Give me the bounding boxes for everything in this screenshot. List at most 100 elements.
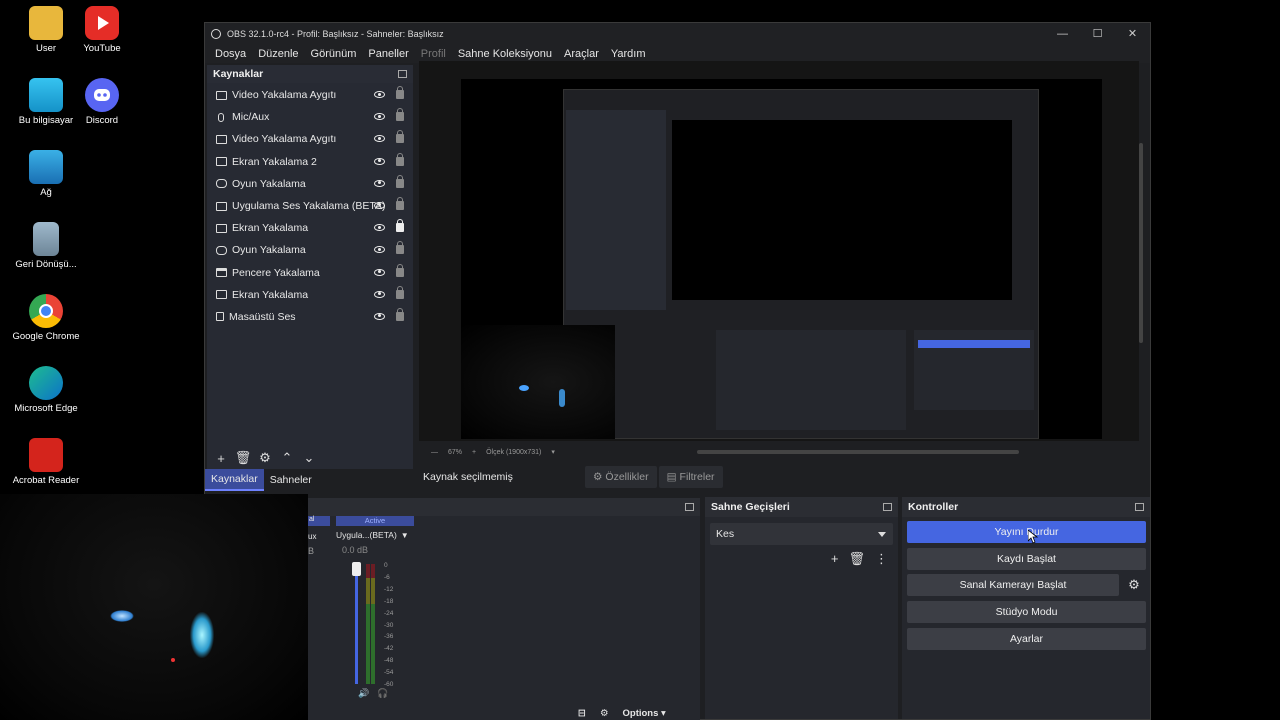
layout-icon[interactable]: ⊟ xyxy=(578,708,586,719)
source-item[interactable]: Video Yakalama Aygıtı xyxy=(207,84,413,106)
menu-edit[interactable]: Düzenle xyxy=(252,48,304,60)
move-up-icon[interactable]: ⌃ xyxy=(278,450,296,466)
preview-canvas[interactable] xyxy=(461,79,1102,439)
stop-stream-button[interactable]: Yayını Durdur xyxy=(907,521,1146,543)
controls-dock: Kontroller Yayını Durdur Kaydı Başlat Sa… xyxy=(902,497,1150,719)
lock-icon[interactable] xyxy=(396,130,404,144)
gear-icon[interactable]: ⚙ xyxy=(256,450,274,466)
source-item[interactable]: Uygulama Ses Yakalama (BETA) xyxy=(207,195,413,217)
zoom-in-icon[interactable]: + xyxy=(472,449,476,456)
menu-scene-collection[interactable]: Sahne Koleksiyonu xyxy=(452,48,558,60)
desktop-icon-edge[interactable]: Microsoft Edge xyxy=(8,366,84,415)
virtual-camera-settings-button[interactable]: ⚙ xyxy=(1122,574,1146,596)
tab-sources[interactable]: Kaynaklar xyxy=(205,469,264,491)
visibility-eye-icon[interactable] xyxy=(374,201,385,209)
close-button[interactable]: ✕ xyxy=(1115,23,1150,44)
trash-icon[interactable]: 🗑 xyxy=(234,450,252,466)
zoom-out-icon[interactable]: — xyxy=(431,449,438,456)
visibility-eye-icon[interactable] xyxy=(374,179,385,187)
lock-icon[interactable] xyxy=(396,307,404,321)
transition-select[interactable]: Kes xyxy=(710,523,893,545)
menu-tools[interactable]: Araçlar xyxy=(558,48,605,60)
visibility-eye-icon[interactable] xyxy=(374,113,385,121)
visibility-eye-icon[interactable] xyxy=(374,246,385,254)
undock-icon[interactable] xyxy=(883,503,892,511)
add-source-button[interactable]: + xyxy=(212,451,230,466)
visibility-eye-icon[interactable] xyxy=(374,268,385,276)
transitions-title: Sahne Geçişleri xyxy=(711,501,790,513)
settings-button[interactable]: Ayarlar xyxy=(907,628,1146,650)
tab-scenes[interactable]: Sahneler xyxy=(264,469,318,491)
studio-mode-button[interactable]: Stüdyo Modu xyxy=(907,601,1146,623)
maximize-button[interactable]: ☐ xyxy=(1080,23,1115,44)
desktop-icon-network[interactable]: Ağ xyxy=(8,150,84,199)
meter-scale: 0 -6 -12 -18 -24 -30 -36 -42 -48 -54 -60 xyxy=(384,562,394,689)
menu-file[interactable]: Dosya xyxy=(209,48,252,60)
source-item[interactable]: Masaüstü Ses xyxy=(207,306,413,328)
desktop-icon-youtube[interactable]: YouTube xyxy=(64,6,140,55)
no-source-selected-label: Kaynak seçilmemiş xyxy=(423,471,513,483)
desktop-icon-discord[interactable]: Discord xyxy=(64,78,140,127)
nested-preview xyxy=(672,120,1012,300)
source-item[interactable]: Mic/Aux xyxy=(207,106,413,128)
lock-icon[interactable] xyxy=(396,241,404,255)
sources-dock-header: Kaynaklar xyxy=(207,65,413,83)
menu-docks[interactable]: Paneller xyxy=(362,48,414,60)
volume-slider[interactable] xyxy=(352,562,361,684)
preview-area[interactable] xyxy=(419,61,1139,441)
source-item[interactable]: Oyun Yakalama xyxy=(207,173,413,195)
lock-icon[interactable] xyxy=(396,196,404,210)
menu-profile[interactable]: Profil xyxy=(415,48,452,60)
lock-icon[interactable] xyxy=(396,86,404,99)
menu-view[interactable]: Görünüm xyxy=(305,48,363,60)
recycle-bin-icon xyxy=(33,222,59,256)
source-item[interactable]: Ekran Yakalama xyxy=(207,284,413,306)
visibility-eye-icon[interactable] xyxy=(374,290,385,298)
source-name: Video Yakalama Aygıtı xyxy=(232,89,337,102)
visibility-eye-icon[interactable] xyxy=(374,135,385,143)
move-down-icon[interactable]: ⌄ xyxy=(300,450,318,466)
menu-help[interactable]: Yardım xyxy=(605,48,652,60)
filters-button[interactable]: ▤ Filtreler xyxy=(658,466,723,488)
lock-icon[interactable] xyxy=(396,108,404,122)
undock-icon[interactable] xyxy=(685,503,694,511)
source-item[interactable]: Pencere Yakalama xyxy=(207,262,413,284)
preview-vertical-scrollbar[interactable] xyxy=(1139,143,1143,343)
lock-icon[interactable] xyxy=(396,285,404,299)
start-recording-button[interactable]: Kaydı Başlat xyxy=(907,548,1146,570)
properties-button[interactable]: ⚙ Özellikler xyxy=(585,466,657,488)
source-name: Ekran Yakalama xyxy=(232,222,309,235)
trash-icon[interactable]: 🗑 xyxy=(848,551,865,567)
chevron-down-icon[interactable]: ▼ xyxy=(401,531,409,540)
speaker-icon[interactable]: 🔊 xyxy=(358,688,369,699)
visibility-eye-icon[interactable] xyxy=(374,312,385,320)
lock-icon[interactable] xyxy=(396,263,404,277)
source-item[interactable]: Ekran Yakalama xyxy=(207,217,413,239)
volume-slider-handle[interactable] xyxy=(352,562,361,576)
more-options-icon[interactable]: ⋮ xyxy=(875,551,888,567)
lock-icon[interactable] xyxy=(396,174,404,188)
options-button[interactable]: Options ▾ xyxy=(623,708,666,719)
lock-icon[interactable] xyxy=(396,152,404,166)
desktop-icon-recycle-bin[interactable]: Geri Dönüşü... xyxy=(8,222,84,271)
visibility-eye-icon[interactable] xyxy=(374,224,385,232)
source-item[interactable]: Oyun Yakalama xyxy=(207,239,413,261)
source-item[interactable]: Ekran Yakalama 2 xyxy=(207,151,413,173)
undock-icon[interactable] xyxy=(1135,503,1144,511)
visibility-eye-icon[interactable] xyxy=(374,91,385,98)
headphones-icon[interactable]: 🎧 xyxy=(377,688,388,699)
gamepad-icon xyxy=(216,179,227,189)
visibility-eye-icon[interactable] xyxy=(374,157,385,165)
nested-stop-stream xyxy=(918,340,1030,348)
desktop-icon-acrobat[interactable]: Acrobat Reader xyxy=(8,438,84,487)
chevron-down-icon[interactable]: ▾ xyxy=(551,448,555,456)
lock-icon[interactable] xyxy=(396,219,404,233)
desktop-icon-chrome[interactable]: Google Chrome xyxy=(8,294,84,343)
minimize-button[interactable]: — xyxy=(1045,23,1080,44)
undock-icon[interactable] xyxy=(398,70,407,78)
start-virtual-camera-button[interactable]: Sanal Kamerayı Başlat xyxy=(907,574,1119,596)
add-transition-button[interactable]: + xyxy=(831,551,839,567)
gear-icon[interactable]: ⚙ xyxy=(600,708,609,719)
source-item[interactable]: Video Yakalama Aygıtı xyxy=(207,128,413,150)
preview-scrollbar[interactable] xyxy=(697,450,1019,454)
